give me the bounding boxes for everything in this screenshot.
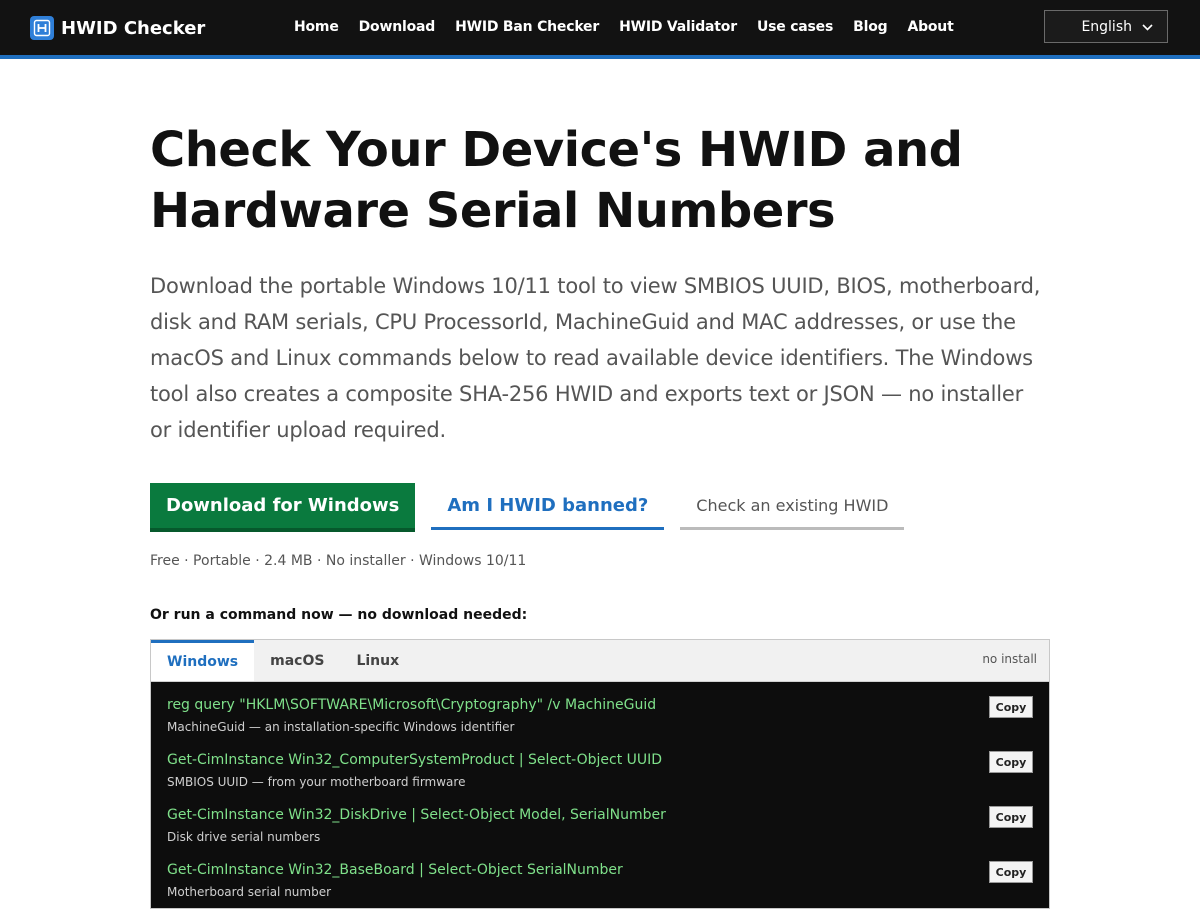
hwid-banned-link[interactable]: Am I HWID banned? <box>431 483 665 530</box>
nav-hwid-validator[interactable]: HWID Validator <box>619 19 737 35</box>
tab-windows[interactable]: Windows <box>151 640 255 681</box>
copy-button[interactable]: Copy <box>989 861 1033 883</box>
command-panel: Windows macOS Linux no install reg query… <box>150 639 1050 909</box>
cta-row: Download for Windows Am I HWID banned? C… <box>150 483 1050 533</box>
command-text[interactable]: reg query "HKLM\SOFTWARE\Microsoft\Crypt… <box>167 694 1033 713</box>
hero-description: Download the portable Windows 10/11 tool… <box>150 274 1041 442</box>
top-navigation-bar: HWID Checker Home Download HWID Ban Chec… <box>0 0 1200 59</box>
command-description: Motherboard serial number <box>167 885 332 899</box>
copy-button[interactable]: Copy <box>989 806 1033 828</box>
download-meta: Free · Portable · 2.4 MB · No installer … <box>150 553 527 569</box>
command-item: reg query "HKLM\SOFTWARE\Microsoft\Crypt… <box>167 694 1033 749</box>
tab-linux[interactable]: Linux <box>340 640 415 681</box>
main-nav: Home Download HWID Ban Checker HWID Vali… <box>294 19 974 35</box>
chevron-down-icon <box>1142 19 1153 35</box>
command-item: Get-CimInstance Win32_ComputerSystemProd… <box>167 749 1033 804</box>
language-select[interactable]: English <box>1044 10 1168 43</box>
copy-button[interactable]: Copy <box>989 751 1033 773</box>
language-label: English <box>1081 18 1132 35</box>
brand-link[interactable]: HWID Checker <box>30 16 205 40</box>
nav-use-cases[interactable]: Use cases <box>757 19 833 35</box>
tab-macos[interactable]: macOS <box>254 640 340 681</box>
command-description: Disk drive serial numbers <box>167 830 321 844</box>
command-text[interactable]: Get-CimInstance Win32_ComputerSystemProd… <box>167 749 1033 768</box>
nav-home[interactable]: Home <box>294 19 339 35</box>
page-title: Check Your Device's HWID and Hardware Se… <box>150 122 963 239</box>
nav-download[interactable]: Download <box>359 19 436 35</box>
command-item: Get-CimInstance Win32_BaseBoard | Select… <box>167 859 1033 914</box>
hero-section: Check Your Device's HWID and Hardware Se… <box>150 120 1050 623</box>
copy-button[interactable]: Copy <box>989 696 1033 718</box>
nav-about[interactable]: About <box>907 19 953 35</box>
command-description: MachineGuid — an installation-specific W… <box>167 720 515 734</box>
command-item: Get-CimInstance Win32_DiskDrive | Select… <box>167 804 1033 859</box>
command-description: SMBIOS UUID — from your motherboard firm… <box>167 775 466 789</box>
brand-name: HWID Checker <box>61 17 206 39</box>
no-install-note: no install <box>982 652 1037 666</box>
nav-hwid-ban-checker[interactable]: HWID Ban Checker <box>455 19 599 35</box>
check-existing-hwid-link[interactable]: Check an existing HWID <box>680 483 905 530</box>
run-command-heading: Or run a command now — no download neede… <box>150 607 528 623</box>
download-windows-button[interactable]: Download for Windows <box>150 483 416 532</box>
hwid-logo-icon <box>30 16 54 40</box>
command-text[interactable]: Get-CimInstance Win32_DiskDrive | Select… <box>167 804 1033 823</box>
command-text[interactable]: Get-CimInstance Win32_BaseBoard | Select… <box>167 859 1033 878</box>
os-tabs: Windows macOS Linux no install <box>151 640 1049 682</box>
command-list: reg query "HKLM\SOFTWARE\Microsoft\Crypt… <box>151 682 1049 914</box>
nav-blog[interactable]: Blog <box>853 19 888 35</box>
